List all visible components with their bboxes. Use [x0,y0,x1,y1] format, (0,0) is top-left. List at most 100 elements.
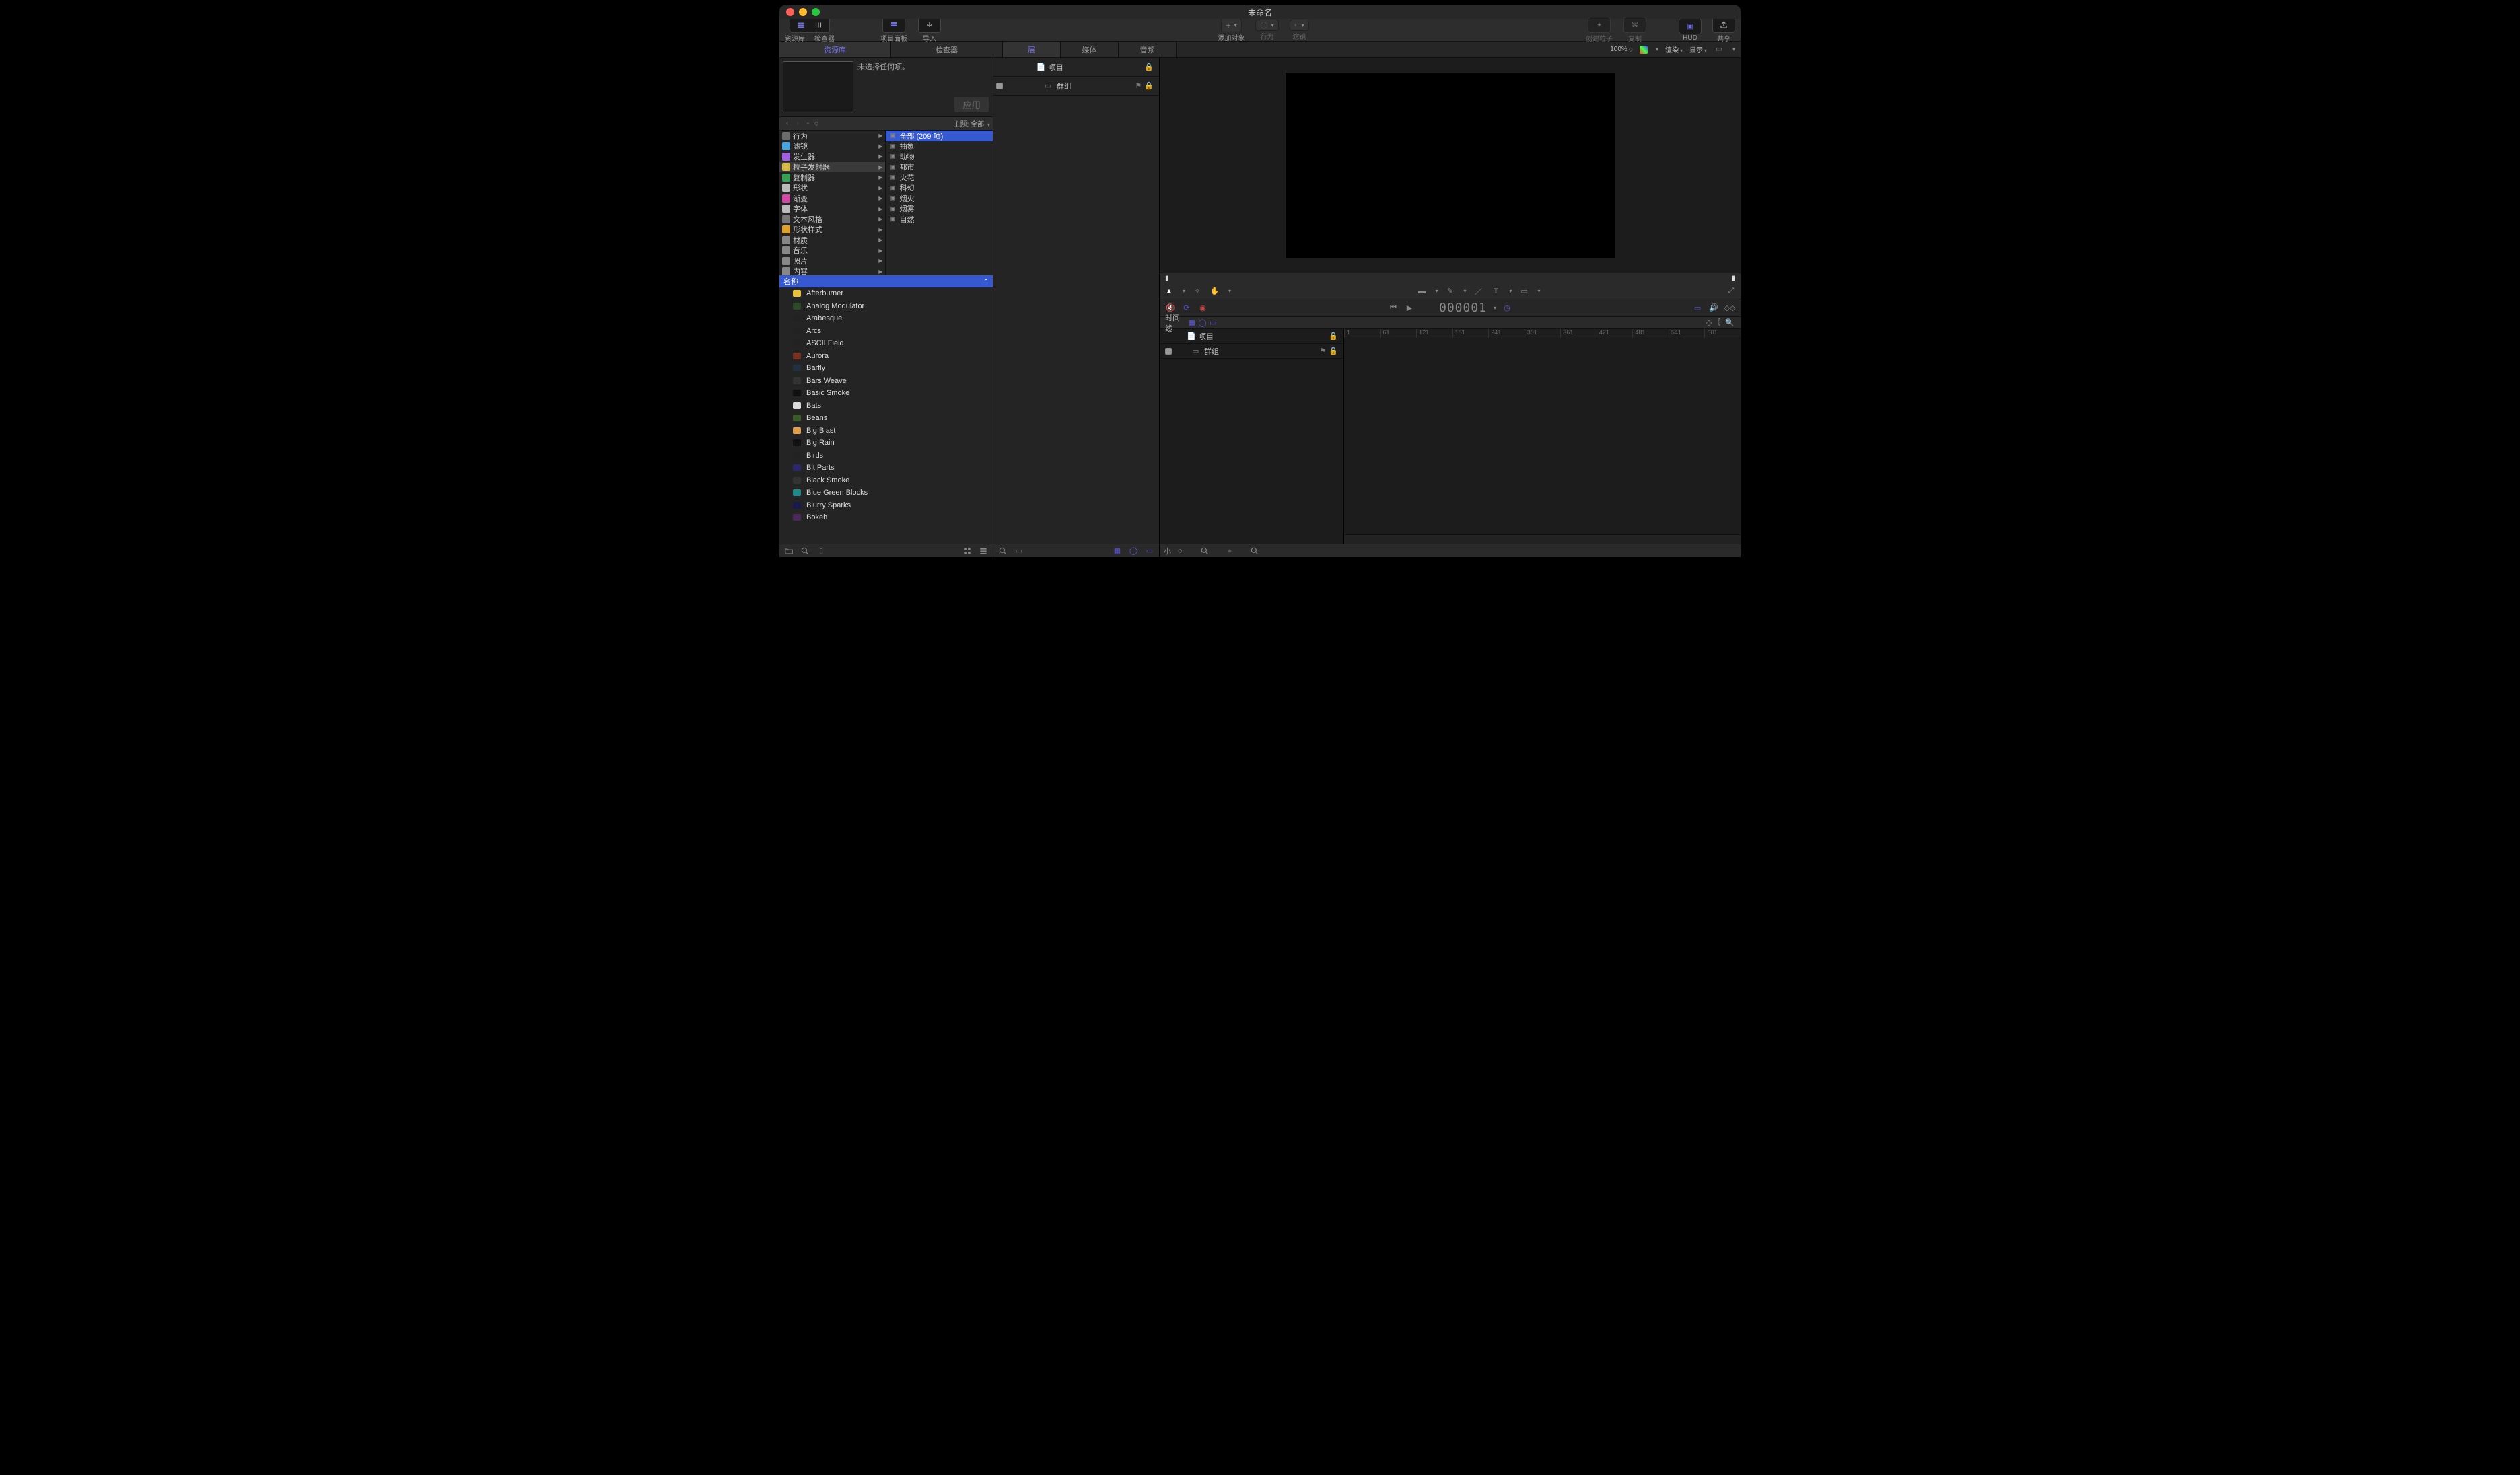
preset-item[interactable]: Beans [779,412,993,425]
hand-tool[interactable]: ✋ [1210,286,1220,297]
subcategory-自然[interactable]: ▣自然 [886,214,992,225]
library-toggle[interactable] [794,20,808,30]
render-menu[interactable]: 渲染▾ [1665,44,1683,55]
timing-pane-button[interactable]: ▭ [1692,303,1703,314]
path-forward-button[interactable]: › [792,120,802,127]
preset-item[interactable]: Blue Green Blocks [779,487,993,499]
behavior-button[interactable]: ◯▾ [1255,20,1278,31]
clock-icon[interactable]: ◷ [1502,303,1512,314]
play-button[interactable]: ▶ [1404,303,1415,314]
category-滤镜[interactable]: 滤镜▶ [779,141,885,152]
project-panel-button[interactable] [887,20,901,30]
go-start-button[interactable]: ⏮ [1388,303,1399,314]
tl-group-row[interactable]: ▭ 群组 ⚑🔒 [1160,344,1343,359]
layer-visibility-checkbox[interactable] [1165,348,1172,355]
timecode-display[interactable]: 000001 [1439,301,1487,315]
preset-item[interactable]: Big Rain [779,437,993,449]
preset-item[interactable]: Bit Parts [779,462,993,474]
tab-layers[interactable]: 层 [1003,42,1061,57]
snap-button[interactable]: ⫿ [1714,318,1725,328]
search-button[interactable] [800,546,810,556]
view-layout-button[interactable]: ▭ [1714,44,1724,55]
list-view-button[interactable] [978,546,989,556]
fit-button[interactable]: ▭ [1014,546,1024,556]
category-形状样式[interactable]: 形状样式▶ [779,225,885,236]
zoom-label[interactable]: 100%◇ [1610,46,1633,53]
grid-view-button[interactable] [962,546,973,556]
layer-project[interactable]: 📄 项目 🔒 [993,58,1159,77]
theme-filter[interactable]: 主题: 全部 ▾ [954,118,990,129]
expand-button[interactable]: ⤢ [1726,286,1737,297]
paint-tool[interactable]: ✎ [1445,286,1456,297]
new-folder-button[interactable] [783,546,794,556]
duplicate-button[interactable]: ⌘ [1628,20,1642,30]
subcategory-火花[interactable]: ▣火花 [886,172,992,183]
text-tool[interactable]: T [1491,286,1502,297]
share-button[interactable] [1717,20,1730,30]
preset-item[interactable]: Analog Modulator [779,300,993,313]
tab-inspector[interactable]: 检查器 [891,42,1003,57]
make-particles-button[interactable]: ✦ [1593,20,1606,30]
preset-item[interactable]: Barfly [779,362,993,375]
hud-button[interactable]: ▣ [1683,21,1697,32]
filter-button[interactable]: ◐▾ [1290,20,1309,31]
timeline-tracks[interactable] [1344,338,1741,534]
keyframe-button[interactable]: ◇◇ [1724,303,1735,314]
flag-icon[interactable]: ⚑ [1135,81,1142,90]
preset-item[interactable]: Bats [779,400,993,412]
preset-item[interactable]: Blurry Sparks [779,499,993,512]
subcategory-全部 (209 项)[interactable]: ▣全部 (209 项) [886,131,992,141]
category-形状[interactable]: 形状▶ [779,183,885,194]
subcategory-动物[interactable]: ▣动物 [886,151,992,162]
mask-toggle[interactable]: ▦ [1187,318,1197,328]
inspector-toggle[interactable] [812,20,825,30]
add-object-button[interactable]: +▾ [1221,18,1242,32]
out-marker-icon[interactable]: ▮ [1731,275,1735,282]
color-channel-button[interactable] [1640,46,1648,54]
lock-icon[interactable]: 🔒 [1329,332,1338,340]
mask-button[interactable]: ▦ [1112,546,1123,556]
filter-button[interactable]: ▭ [1144,546,1155,556]
preset-item[interactable]: Bars Weave [779,375,993,388]
mini-timeline[interactable]: ▮ ▮ [1160,273,1741,283]
category-渐变[interactable]: 渐变▶ [779,193,885,204]
layer-group[interactable]: ▭ 群组 ⚑🔒 [993,77,1159,96]
subcategory-科幻[interactable]: ▣科幻 [886,183,992,194]
category-照片[interactable]: 照片▶ [779,256,885,266]
category-行为[interactable]: 行为▶ [779,131,885,141]
pointer-tool[interactable]: ▲ [1164,286,1175,297]
preset-item[interactable]: Aurora [779,350,993,363]
category-发生器[interactable]: 发生器▶ [779,151,885,162]
preset-item[interactable]: Bokeh [779,511,993,524]
preset-list-header[interactable]: 名称 ⌃ [779,275,993,287]
stack-button[interactable]: ▯ [816,546,827,556]
behavior-button[interactable]: ◯ [1128,546,1139,556]
canvas-area[interactable] [1160,58,1741,273]
category-材质[interactable]: 材质▶ [779,235,885,246]
path-back-button[interactable]: ‹ [782,120,792,127]
tab-library[interactable]: 资源库 [779,42,891,57]
tab-audio[interactable]: 音频 [1119,42,1177,57]
tab-media[interactable]: 媒体 [1061,42,1119,57]
subcategory-烟雾[interactable]: ▣烟雾 [886,204,992,215]
show-menu[interactable]: 显示▾ [1689,44,1707,55]
playhead-icon[interactable]: ▮ [1165,275,1169,282]
category-字体[interactable]: 字体▶ [779,204,885,215]
preset-item[interactable]: Basic Smoke [779,387,993,400]
subcategory-抽象[interactable]: ▣抽象 [886,141,992,152]
lock-icon[interactable]: 🔒 [1144,81,1154,90]
behavior-toggle[interactable]: ◯ [1197,318,1208,328]
lock-icon[interactable]: 🔒 [1144,63,1154,71]
tl-project-row[interactable]: 📄 项目 🔒 [1160,329,1343,344]
import-button[interactable] [923,20,936,30]
preset-item[interactable]: Arabesque [779,312,993,325]
filter-toggle[interactable]: ▭ [1208,318,1218,328]
record-button[interactable]: ◉ [1197,303,1208,314]
category-内容[interactable]: 内容▶ [779,266,885,275]
category-文本风格[interactable]: 文本风格▶ [779,214,885,225]
mask-tool[interactable]: ▭ [1519,286,1530,297]
preset-item[interactable]: Birds [779,449,993,462]
preset-item[interactable]: Arcs [779,325,993,338]
timeline-scrollbar[interactable] [1344,534,1741,544]
preset-item[interactable]: Black Smoke [779,474,993,487]
